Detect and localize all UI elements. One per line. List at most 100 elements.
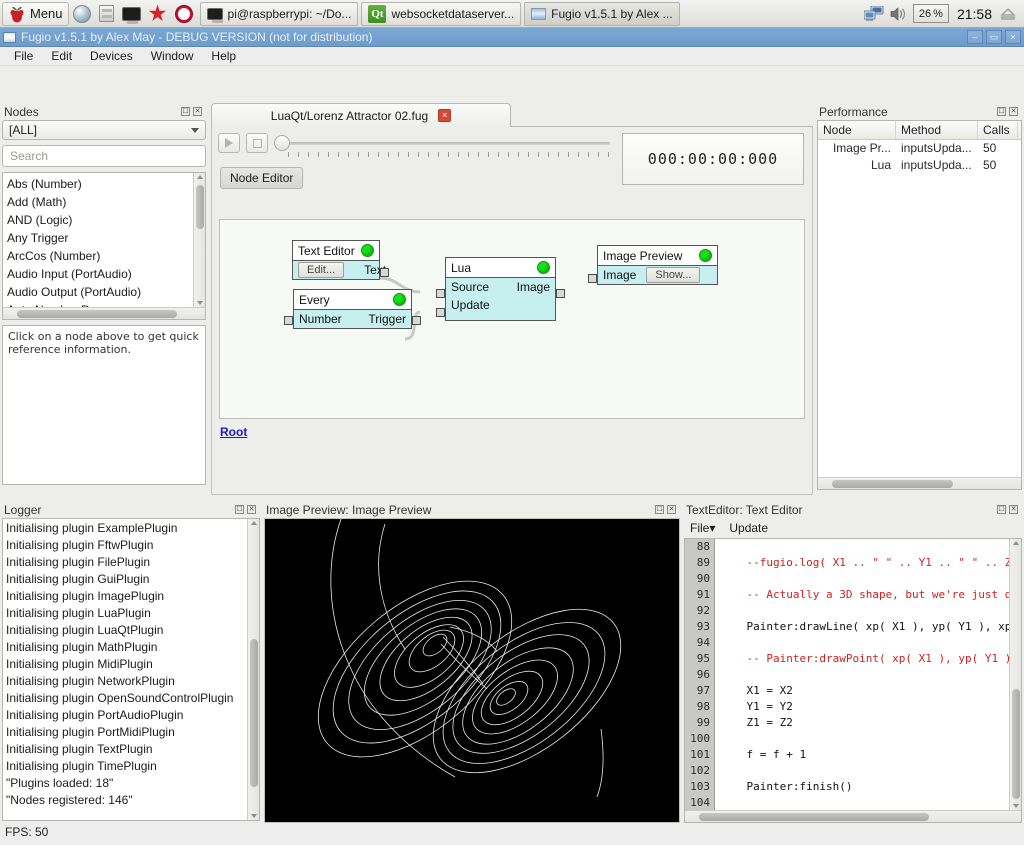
- files-icon: [98, 5, 114, 22]
- close-icon[interactable]: ✕: [667, 505, 676, 514]
- play-button[interactable]: [218, 133, 240, 153]
- taskbar-window-fugio[interactable]: Fugio v1.5.1 by Alex ...: [524, 1, 680, 26]
- graph-node-image-preview[interactable]: Image Preview Image Show...: [588, 245, 718, 285]
- logger-output[interactable]: Initialising plugin ExamplePlugin Initia…: [2, 518, 260, 821]
- performance-table[interactable]: Node Method Calls Image Pr... inputsUpda…: [817, 120, 1022, 490]
- column-header-node[interactable]: Node: [818, 121, 896, 139]
- scroll-thumb[interactable]: [250, 639, 258, 787]
- input-pin-image[interactable]: [588, 274, 597, 283]
- output-pin-image[interactable]: [556, 289, 565, 298]
- menu-edit[interactable]: Edit: [43, 48, 80, 64]
- stop-button[interactable]: [246, 133, 268, 153]
- float-icon[interactable]: ☐: [997, 107, 1006, 116]
- float-icon[interactable]: ☐: [997, 505, 1006, 514]
- table-row[interactable]: Image Pr... inputsUpda... 50: [818, 140, 1021, 157]
- graph-node-lua[interactable]: Lua Source Image Update: [436, 257, 565, 321]
- list-item[interactable]: Audio Output (PortAudio): [7, 283, 201, 301]
- nodes-list[interactable]: Abs (Number) Add (Math) AND (Logic) Any …: [2, 172, 206, 320]
- cpu-monitor[interactable]: 26 %: [912, 4, 949, 23]
- eject-icon[interactable]: [1000, 7, 1016, 21]
- input-pin-number[interactable]: [284, 316, 293, 325]
- node-editor-button[interactable]: Node Editor: [220, 167, 304, 189]
- launcher-terminal[interactable]: [118, 2, 145, 26]
- list-item[interactable]: Audio Input (PortAudio): [7, 265, 201, 283]
- menu-label: Menu: [30, 6, 63, 21]
- list-item[interactable]: ArcCos (Number): [7, 247, 201, 265]
- code-vertical-scrollbar[interactable]: [1009, 539, 1021, 810]
- code-text[interactable]: --fugio.log( X1 .. " " .. Y1 .. " " .. Z…: [716, 539, 1009, 810]
- clock[interactable]: 21:58: [955, 6, 994, 22]
- node-body: Number Trigger: [294, 309, 411, 328]
- maximize-button[interactable]: ▭: [986, 30, 1002, 44]
- list-item[interactable]: Abs (Number): [7, 175, 201, 193]
- network-icon[interactable]: [863, 5, 884, 22]
- show-button[interactable]: Show...: [646, 267, 701, 283]
- table-row[interactable]: Lua inputsUpda... 50: [818, 157, 1021, 174]
- scroll-down-icon[interactable]: [251, 814, 257, 818]
- slider-handle[interactable]: [274, 135, 290, 151]
- close-icon[interactable]: ✕: [193, 107, 202, 116]
- close-icon[interactable]: ✕: [1009, 505, 1018, 514]
- close-button[interactable]: ×: [1005, 30, 1021, 44]
- scroll-thumb[interactable]: [1012, 689, 1020, 799]
- scroll-up-icon[interactable]: [197, 175, 203, 179]
- output-pin-text[interactable]: [380, 268, 389, 277]
- column-header-method[interactable]: Method: [896, 121, 978, 139]
- float-icon[interactable]: ☐: [655, 505, 664, 514]
- launcher-file-manager[interactable]: [95, 2, 118, 26]
- scroll-down-icon[interactable]: [197, 301, 203, 305]
- node-graph-canvas[interactable]: Text Editor Edit... Text Every Number Tr…: [219, 219, 805, 419]
- graph-node-every[interactable]: Every Number Trigger: [284, 289, 421, 329]
- menu-file[interactable]: File: [6, 48, 41, 64]
- scroll-up-icon[interactable]: [251, 521, 257, 525]
- tab-lorenz-attractor[interactable]: LuaQt/Lorenz Attractor 02.fug ×: [211, 103, 511, 127]
- code-horizontal-scrollbar[interactable]: [685, 810, 1021, 822]
- scroll-down-icon[interactable]: [1013, 804, 1019, 808]
- nodes-list-vertical-scrollbar[interactable]: [193, 173, 205, 307]
- scroll-up-icon[interactable]: [1013, 541, 1019, 545]
- input-pin-source[interactable]: [436, 289, 445, 298]
- output-pin-trigger[interactable]: [412, 316, 421, 325]
- scroll-thumb[interactable]: [17, 310, 177, 318]
- performance-horizontal-scrollbar[interactable]: [818, 477, 1021, 489]
- float-icon[interactable]: ☐: [235, 505, 244, 514]
- graph-node-text-editor[interactable]: Text Editor Edit... Text: [292, 240, 389, 280]
- menu-update[interactable]: Update: [729, 521, 768, 535]
- float-icon[interactable]: ☐: [181, 107, 190, 116]
- launcher-mathematica[interactable]: [145, 2, 171, 26]
- list-item: "Nodes registered: 146": [6, 793, 133, 807]
- timeline-slider[interactable]: [274, 133, 616, 159]
- menu-file[interactable]: File▾: [690, 521, 715, 535]
- scroll-thumb[interactable]: [832, 480, 953, 488]
- scroll-thumb[interactable]: [196, 185, 204, 229]
- line-number: 90: [696, 572, 710, 585]
- close-icon[interactable]: ✕: [247, 505, 256, 514]
- edit-button[interactable]: Edit...: [298, 262, 345, 278]
- list-item[interactable]: Add (Math): [7, 193, 201, 211]
- launcher-wolfram[interactable]: [171, 2, 197, 26]
- taskbar-window-terminal[interactable]: pi@raspberrypi: ~/Do...: [199, 1, 359, 26]
- column-header-calls[interactable]: Calls: [978, 121, 1018, 139]
- list-item[interactable]: Any Trigger: [7, 229, 201, 247]
- menu-button[interactable]: Menu: [2, 1, 69, 26]
- input-pin-update[interactable]: [436, 308, 445, 317]
- close-icon[interactable]: ✕: [1009, 107, 1018, 116]
- nodes-search-field[interactable]: [2, 145, 206, 167]
- search-input[interactable]: [8, 148, 200, 164]
- close-icon[interactable]: ×: [438, 109, 452, 122]
- launcher-browser[interactable]: [69, 2, 95, 26]
- lorenz-attractor-render[interactable]: [264, 518, 680, 823]
- breadcrumb-root-link[interactable]: Root: [220, 425, 247, 439]
- nodes-filter-select[interactable]: [ALL]: [2, 120, 206, 140]
- minimize-button[interactable]: –: [967, 30, 983, 44]
- scroll-thumb[interactable]: [699, 813, 929, 821]
- logger-vertical-scrollbar[interactable]: [247, 519, 259, 820]
- code-editor[interactable]: 88 89 90 91 92 93 94 95 96 97 98 99 100 …: [684, 538, 1022, 823]
- menu-help[interactable]: Help: [203, 48, 244, 64]
- menu-window[interactable]: Window: [143, 48, 202, 64]
- nodes-list-horizontal-scrollbar[interactable]: [3, 307, 205, 319]
- list-item[interactable]: AND (Logic): [7, 211, 201, 229]
- menu-devices[interactable]: Devices: [82, 48, 141, 64]
- volume-icon[interactable]: [890, 6, 907, 22]
- taskbar-window-websocket[interactable]: Qt websocketdataserver...: [361, 1, 522, 26]
